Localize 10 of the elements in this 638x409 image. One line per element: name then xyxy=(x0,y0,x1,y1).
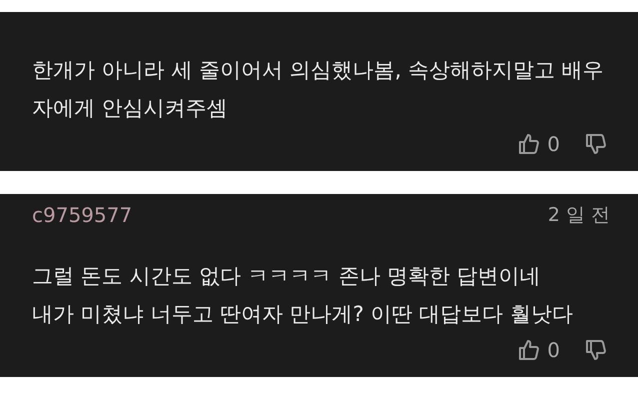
comment-text: 그럴 돈도 시간도 없다 ㅋㅋㅋㅋ 존나 명확한 답변이네 내가 미쳤냐 너두고 딴여자 만나게? 이딴 대답보다 훨낫다 xyxy=(32,263,574,328)
thumbs-down-icon[interactable] xyxy=(584,338,608,362)
like-count: 0 xyxy=(547,338,560,362)
comment-author[interactable]: c9759577 xyxy=(32,203,132,227)
comment-time: 2 일 전 xyxy=(548,203,610,228)
thumbs-up-icon[interactable] xyxy=(517,132,542,156)
thumbs-down-icon[interactable] xyxy=(584,132,608,156)
thumbs-up-icon[interactable] xyxy=(517,338,542,362)
like-count: 0 xyxy=(547,132,560,156)
comment-text: 한개가 아니라 세 줄이어서 의심했나봄, 속상해하지말고 배우자에게 안심시켜주셈 xyxy=(32,57,605,122)
